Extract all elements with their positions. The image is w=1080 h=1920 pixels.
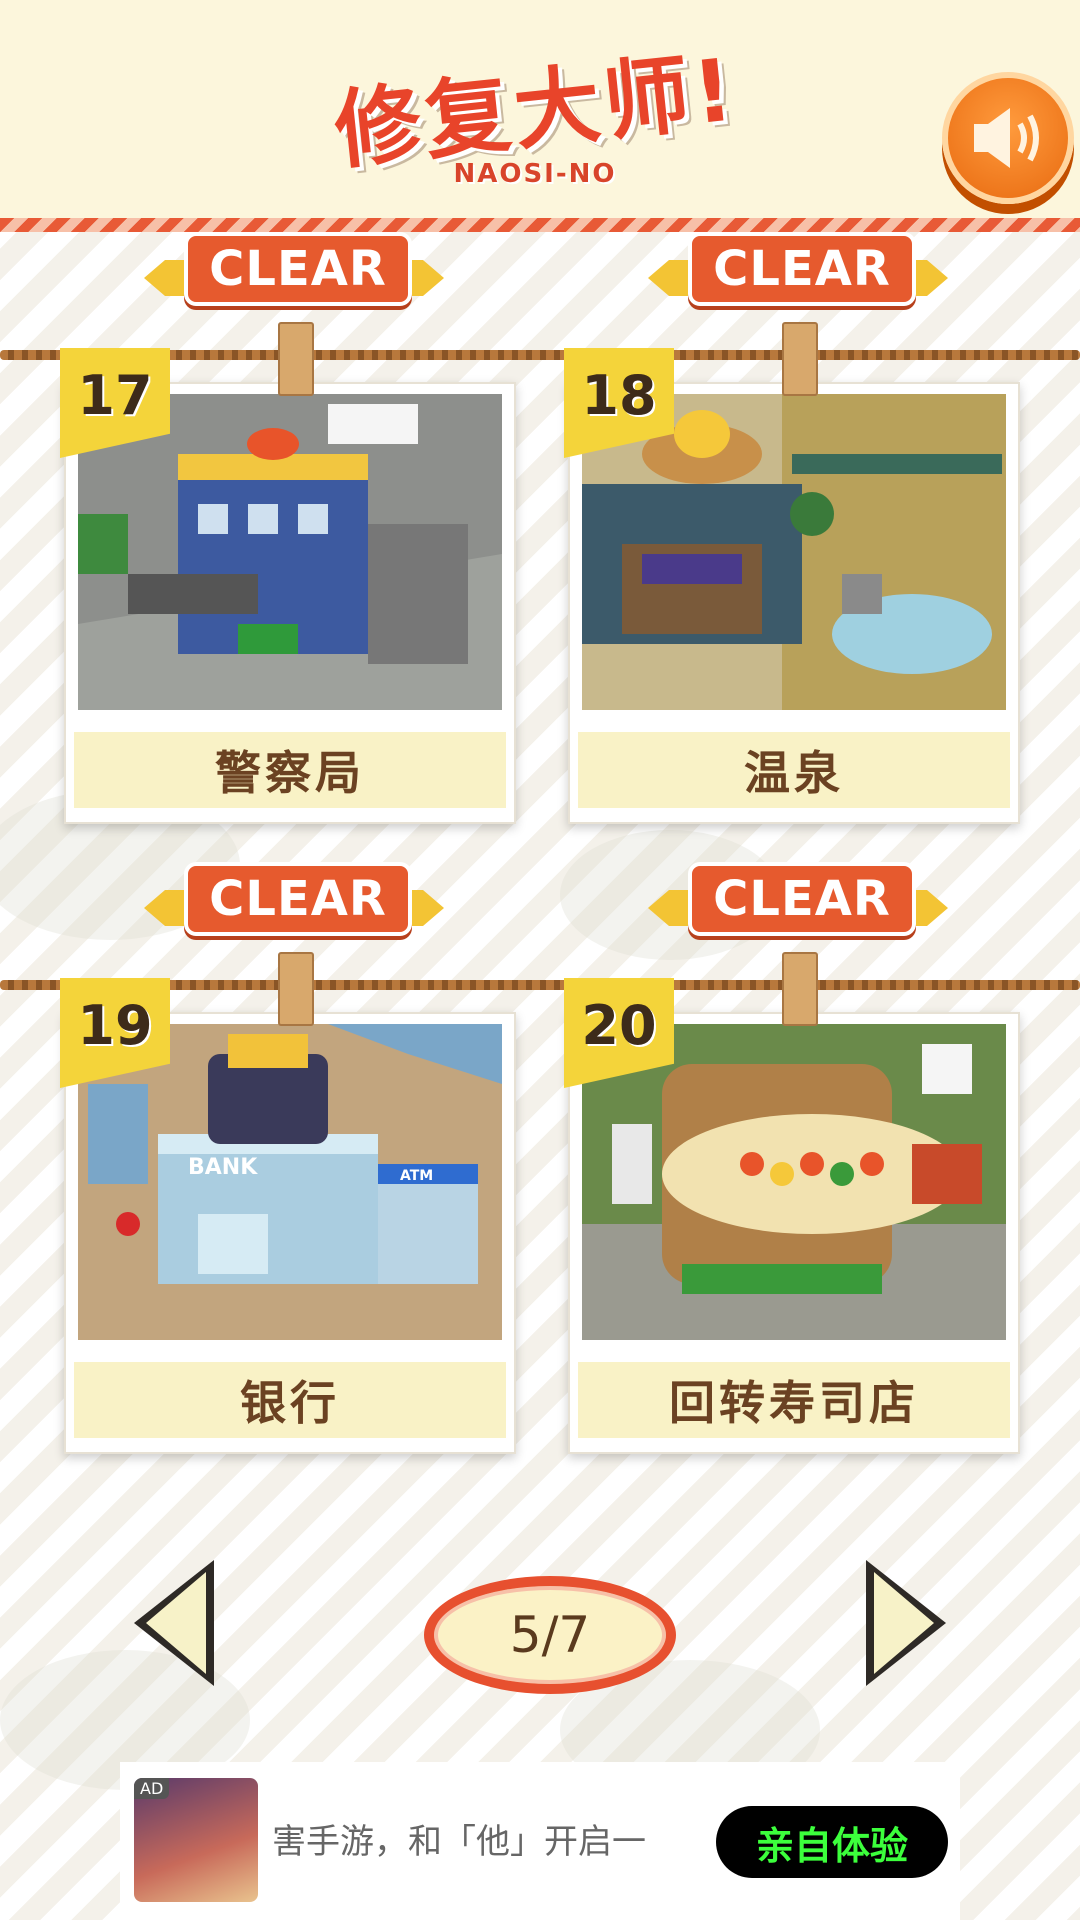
right-triangle-icon [866,1560,946,1686]
clear-label: CLEAR [688,232,916,306]
clothespin-19 [278,952,314,1026]
clothespin-20 [782,952,818,1026]
game-title: 修复大师! NAOSI-NO [305,40,765,189]
level-name: 银行 [74,1362,506,1438]
page-indicator: 5/7 [424,1576,676,1694]
level-name: 警察局 [74,732,506,808]
speaker-icon [974,108,1039,168]
clothespin-18 [782,322,818,396]
sound-toggle-button[interactable] [942,72,1074,204]
level-card-20[interactable]: 20 回转寿司店 [564,978,1020,1454]
svg-text:BANK: BANK [188,1155,258,1180]
ad-thumbnail[interactable]: AD [134,1778,258,1902]
level-name: 温泉 [578,732,1010,808]
level-card-18[interactable]: 18 温泉 [564,348,1020,824]
sushi-restaurant-illustration [582,1024,1006,1340]
clear-badge-17: CLEAR [144,220,444,310]
next-page-button[interactable] [862,1556,952,1690]
hot-spring-illustration [582,394,1006,710]
ad-tag: AD [134,1778,170,1799]
ad-try-button[interactable]: 亲自体验 [716,1806,948,1878]
clear-label: CLEAR [184,862,412,936]
level-card-17[interactable]: 17 警察局 [60,348,516,824]
police-station-illustration [78,394,502,710]
clothespin-17 [278,322,314,396]
clear-badge-18: CLEAR [648,220,948,310]
clear-badge-19: CLEAR [144,850,444,940]
ad-banner[interactable]: AD 害手游，和「他」开启一 亲自体验 [120,1762,960,1920]
page-indicator-text: 5/7 [509,1606,591,1664]
level-name: 回转寿司店 [578,1362,1010,1438]
clear-label: CLEAR [184,232,412,306]
left-triangle-icon [134,1560,214,1686]
header-bar: 修复大师! NAOSI-NO [0,0,1080,218]
svg-text:ATM: ATM [400,1168,433,1184]
clear-badge-20: CLEAR [648,850,948,940]
clear-label: CLEAR [688,862,916,936]
bank-illustration: BANK ATM [78,1024,502,1340]
prev-page-button[interactable] [128,1556,218,1690]
level-card-19[interactable]: BANK ATM 19 银行 [60,978,516,1454]
